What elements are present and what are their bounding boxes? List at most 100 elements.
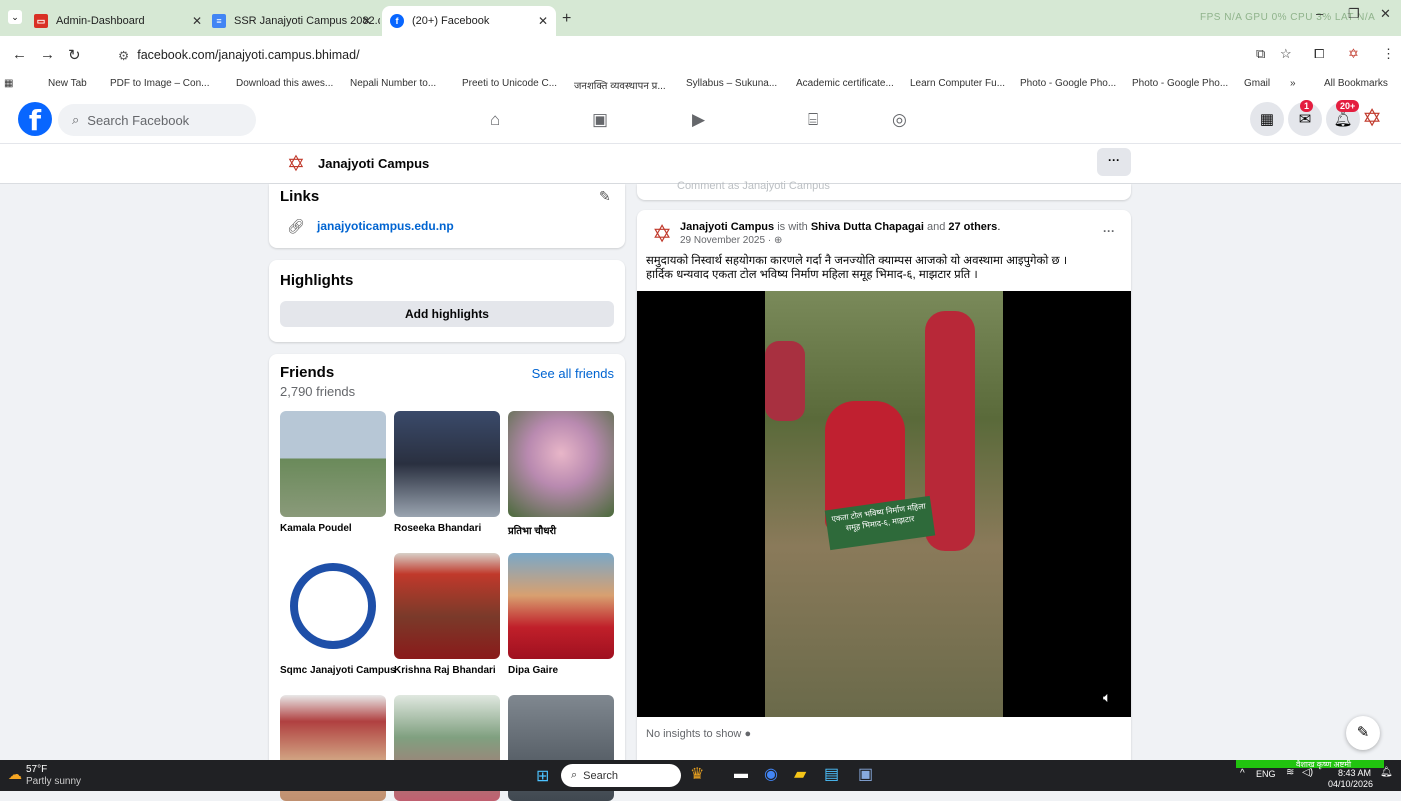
tray-chevron-icon[interactable]: ^	[1240, 768, 1245, 779]
info-icon[interactable]: ●	[744, 728, 751, 740]
edit-pencil-icon[interactable]: ✎	[599, 188, 611, 205]
friend-photo[interactable]	[508, 553, 614, 659]
link-chain-icon: 🔗︎	[287, 218, 305, 234]
post-more-icon[interactable]: ···	[1103, 224, 1115, 238]
new-tab-button[interactable]: +	[562, 10, 571, 28]
friend-photo[interactable]	[394, 553, 500, 659]
admin-favicon-icon: ▭	[34, 14, 48, 28]
bookmark-janasakti[interactable]: जनशक्ति व्यवस्थापन प्र...	[574, 78, 666, 92]
see-all-friends-link[interactable]: See all friends	[532, 366, 614, 381]
task-view-icon[interactable]: ▬	[734, 765, 748, 781]
website-link[interactable]: janajyoticampus.edu.np	[317, 219, 454, 233]
facebook-search-input[interactable]: ⌕ Search Facebook	[58, 104, 256, 136]
bookmark-star-icon[interactable]: ☆	[1280, 46, 1292, 62]
bookmark-all[interactable]: All Bookmarks	[1324, 78, 1388, 89]
start-icon[interactable]: ⊞	[536, 766, 549, 786]
apps-icon[interactable]: ▦	[4, 78, 13, 89]
bookmark-photo-1[interactable]: Photo - Google Pho...	[1020, 78, 1116, 89]
close-tab-icon[interactable]: ✕	[192, 14, 202, 28]
bookmark-gmail[interactable]: Gmail	[1244, 78, 1270, 89]
post-insights: No insights to show ●	[646, 728, 752, 740]
reels-icon[interactable]: ▶	[692, 110, 705, 130]
profile-icon[interactable]: ✡	[1348, 46, 1359, 62]
bookmark-academic[interactable]: Academic certificate...	[796, 78, 894, 89]
browser-tab-bar: ⌄ ▭ Admin-Dashboard ✕ ≡ SSR Janajyoti Ca…	[0, 0, 1401, 36]
friend-item[interactable]: Krishna Raj Bhandari	[394, 553, 500, 676]
minimize-icon[interactable]: –	[1316, 6, 1323, 21]
previous-post-comment: Comment as Janajyoti Campus	[637, 180, 1131, 200]
install-icon[interactable]: ⧉	[1256, 46, 1265, 62]
friend-photo[interactable]	[280, 411, 386, 517]
friends-count: 2,790 friends	[280, 384, 356, 399]
add-highlights-button[interactable]: Add highlights	[280, 301, 614, 327]
page-more-button[interactable]: ···	[1097, 148, 1131, 176]
widgets-icon[interactable]: ♛	[690, 764, 704, 784]
forward-icon[interactable]: →	[40, 46, 55, 63]
bookmark-syllabus[interactable]: Syllabus – Sukuna...	[686, 78, 777, 89]
marketplace-icon[interactable]: ⌸	[808, 110, 818, 130]
tagged-person[interactable]: Shiva Dutta Chapagai	[811, 221, 924, 233]
friend-photo[interactable]	[508, 411, 614, 517]
post-video[interactable]: एकता टोल भविष्य निर्माण महिला समूह भिमाद…	[637, 291, 1131, 717]
site-info-icon[interactable]: ⚙	[118, 48, 129, 63]
mute-icon[interactable]: 🔈︎	[1103, 689, 1111, 706]
file-explorer-icon[interactable]: ▰	[794, 764, 806, 784]
friend-item[interactable]: Dipa Gaire	[508, 553, 614, 676]
bookmark-pdf-to-image[interactable]: PDF to Image – Con...	[110, 78, 210, 89]
bookmark-download[interactable]: Download this awes...	[236, 78, 333, 89]
url-field[interactable]: ⚙ facebook.com/janajyoti.campus.bhimad/	[96, 42, 1246, 68]
comment-input[interactable]: Comment as Janajyoti Campus	[677, 180, 830, 192]
notification-center-icon[interactable]: 🔔︎	[1380, 767, 1393, 778]
video-person	[765, 341, 805, 421]
language-indicator[interactable]: ENG	[1256, 769, 1276, 779]
close-tab-icon[interactable]: ✕	[538, 14, 548, 28]
bookmark-new-tab[interactable]: New Tab	[48, 78, 87, 89]
gaming-icon[interactable]: ◎	[892, 110, 907, 130]
bookmark-nepali-number[interactable]: Nepali Number to...	[350, 78, 436, 89]
friend-item[interactable]: Sqmc Janajyoti Campus	[280, 553, 396, 676]
tab-admin-dashboard[interactable]: ▭ Admin-Dashboard ✕	[34, 6, 210, 36]
post-author-avatar[interactable]: ✡	[647, 220, 677, 250]
back-icon[interactable]: ←	[12, 46, 27, 63]
clock-date[interactable]: 04/10/2026	[1328, 779, 1373, 789]
app-icon[interactable]: ▤	[824, 764, 839, 784]
pages-icon[interactable]: ▣	[592, 110, 608, 130]
post-date[interactable]: 29 November 2025 · ⊕	[680, 235, 782, 246]
menu-grid-icon[interactable]: ▦	[1250, 102, 1284, 136]
friend-item[interactable]: प्रतिभा चौधरी	[508, 411, 614, 537]
page-avatar[interactable]: ✡	[282, 150, 310, 178]
friend-photo[interactable]	[280, 553, 386, 659]
weather-temp[interactable]: 57°F	[26, 764, 47, 775]
weather-icon[interactable]: ☁	[8, 766, 22, 783]
tab-list-button[interactable]: ⌄	[8, 10, 22, 24]
links-card: Links ✎ 🔗︎ janajyoticampus.edu.np	[269, 184, 625, 248]
windows-taskbar: ☁ 57°F Partly sunny ⊞ ⌕ Search ♛ ▬ ◉ ▰ ▤…	[0, 760, 1401, 791]
tab-ssr-doc[interactable]: ≡ SSR Janajyoti Campus 2082.doc ✕	[212, 6, 380, 36]
account-avatar[interactable]: ✡	[1356, 104, 1388, 136]
close-window-icon[interactable]: ✕	[1380, 6, 1391, 22]
extensions-icon[interactable]: ⧠	[1314, 46, 1324, 62]
app-icon-2[interactable]: ▣	[858, 764, 873, 784]
friend-item[interactable]: Kamala Poudel	[280, 411, 386, 534]
clock-time[interactable]: 8:43 AM	[1338, 768, 1371, 778]
taskbar-search[interactable]: ⌕ Search	[561, 764, 681, 787]
friend-photo[interactable]	[394, 411, 500, 517]
new-message-button[interactable]: ✎	[1346, 716, 1380, 750]
reload-icon[interactable]: ↻	[68, 46, 81, 64]
chrome-icon[interactable]: ◉	[764, 764, 778, 784]
close-tab-icon[interactable]: ✕	[362, 14, 372, 28]
post-author[interactable]: Janajyoti Campus	[680, 221, 774, 233]
bookmark-preeti[interactable]: Preeti to Unicode C...	[462, 78, 557, 89]
bookmark-learn-computer[interactable]: Learn Computer Fu...	[910, 78, 1005, 89]
menu-icon[interactable]: ⋮	[1382, 46, 1395, 62]
bookmark-photo-2[interactable]: Photo - Google Pho...	[1132, 78, 1228, 89]
tagged-others[interactable]: 27 others	[948, 221, 997, 233]
maximize-icon[interactable]: ❐	[1348, 6, 1360, 22]
home-icon[interactable]: ⌂	[490, 110, 500, 130]
bookmark-overflow[interactable]: »	[1290, 78, 1296, 89]
wifi-icon[interactable]: ≋	[1286, 767, 1294, 778]
tab-facebook[interactable]: f (20+) Facebook ✕	[382, 6, 556, 36]
friend-item[interactable]: Roseeka Bhandari	[394, 411, 500, 534]
page-name[interactable]: Janajyoti Campus	[318, 156, 429, 171]
facebook-logo-icon[interactable]: f	[18, 102, 52, 137]
